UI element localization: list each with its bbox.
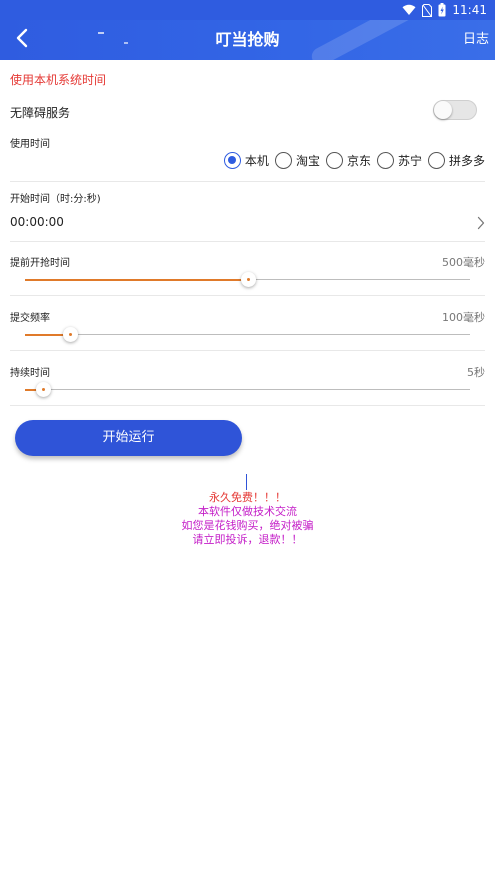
status-icons: 11:41 <box>402 2 487 18</box>
advance-time-value: 500毫秒 <box>442 256 485 269</box>
sim-no-signal-icon <box>422 3 433 17</box>
slider-thumb[interactable] <box>62 327 78 342</box>
log-button[interactable]: 日志 <box>463 20 489 60</box>
status-time: 11:41 <box>452 3 487 17</box>
submit-frequency-row: 提交频率 100毫秒 <box>10 297 485 351</box>
radio-pinduoduo[interactable]: 拼多多 <box>427 152 485 169</box>
duration-row: 持续时间 5秒 <box>10 352 485 406</box>
notice-line: 如您是花钱购买，绝对被骗 <box>181 519 314 532</box>
notice-line: 请立即投诉，退款！！ <box>192 533 303 546</box>
toggle-knob <box>434 101 452 119</box>
radio-button <box>223 152 241 169</box>
radio-button <box>427 152 445 169</box>
notice-line: 永久免费！！！ <box>209 491 286 504</box>
notice-line: 本软件仅做技术交流 <box>198 505 297 518</box>
accessibility-service-row: 无障碍服务 <box>10 98 485 126</box>
app-bar: 叮当抢购 日志 <box>0 20 495 60</box>
accessibility-service-label: 无障碍服务 <box>10 106 71 120</box>
slider-thumb[interactable] <box>240 272 256 287</box>
radio-label: 苏宁 <box>397 154 422 168</box>
duration-value: 5秒 <box>467 366 485 379</box>
advance-time-label: 提前开抢时间 <box>10 258 70 269</box>
submit-frequency-value: 100毫秒 <box>442 311 485 324</box>
battery-charging-icon <box>438 3 446 17</box>
accessibility-service-toggle[interactable] <box>433 100 477 120</box>
submit-frequency-label: 提交频率 <box>10 313 50 324</box>
radio-local[interactable]: 本机 <box>223 152 269 169</box>
wifi-icon <box>402 4 416 16</box>
radio-button <box>325 152 343 169</box>
slider-fill <box>25 278 248 281</box>
chevron-right-icon <box>477 215 485 234</box>
back-arrow-icon <box>15 28 29 52</box>
radio-label: 本机 <box>244 154 269 168</box>
start-time-label: 开始时间（时:分:秒) <box>10 194 101 205</box>
radio-taobao[interactable]: 淘宝 <box>274 152 320 169</box>
start-run-button[interactable]: 开始运行 <box>15 420 242 456</box>
advance-time-slider[interactable] <box>25 272 470 287</box>
radio-label: 京东 <box>346 154 371 168</box>
back-button[interactable] <box>8 26 36 54</box>
duration-slider[interactable] <box>25 382 470 397</box>
status-bar: 11:41 <box>0 0 495 20</box>
time-source-row: 使用时间 本机 淘宝 京东 苏宁 拼多多 <box>10 132 485 182</box>
submit-frequency-slider[interactable] <box>25 327 470 342</box>
radio-suning[interactable]: 苏宁 <box>376 152 422 169</box>
radio-button <box>274 152 292 169</box>
radio-label: 拼多多 <box>448 154 485 168</box>
duration-label: 持续时间 <box>10 368 50 379</box>
radio-label: 淘宝 <box>295 154 320 168</box>
radio-jd[interactable]: 京东 <box>325 152 371 169</box>
start-time-value: 00:00:00 <box>10 215 64 229</box>
text-cursor <box>246 474 247 490</box>
notice-text: 永久免费！！！ 本软件仅做技术交流 如您是花钱购买，绝对被骗 请立即投诉，退款！… <box>10 491 485 547</box>
advance-time-row: 提前开抢时间 500毫秒 <box>10 242 485 296</box>
time-source-label: 使用时间 <box>10 139 50 150</box>
radio-button <box>376 152 394 169</box>
slider-thumb[interactable] <box>35 382 51 397</box>
time-source-radio-group: 本机 淘宝 京东 苏宁 拼多多 <box>223 152 485 169</box>
use-system-time-link[interactable]: 使用本机系统时间 <box>10 71 106 88</box>
page-title: 叮当抢购 <box>215 30 280 49</box>
start-time-row[interactable]: 开始时间（时:分:秒) 00:00:00 <box>10 182 485 242</box>
